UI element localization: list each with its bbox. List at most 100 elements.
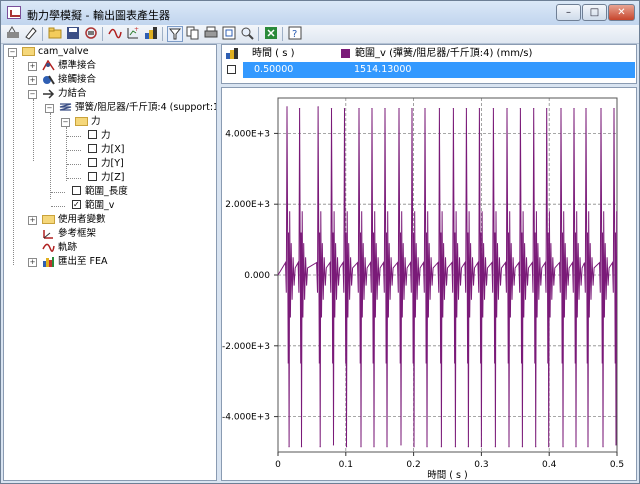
data-point [506,108,508,110]
tree-guide [67,136,81,137]
copy-icon[interactable] [185,26,201,42]
toolbar-separator [282,27,283,41]
tree-item-trace[interactable]: 軌跡 [28,241,77,255]
checkbox[interactable] [72,186,81,195]
checkbox[interactable] [88,158,97,167]
chart-pane[interactable]: 0 0.1 0.2 0.3 0.4 0.5 4.000E+3 2.000E+3 0.000 -2.… [221,87,637,481]
minimize-button[interactable]: – [556,4,581,21]
filter-icon[interactable] [167,26,183,42]
tree-item-label: 軌跡 [58,242,78,253]
legend-row-selected[interactable]: 0.50000 1514.13000 [243,62,635,78]
row-checkbox[interactable] [227,65,236,74]
result-tree: − cam_valve + 標準接合 + 接觸接合 − 力結合 − 彈簧/阻尼器… [3,44,217,481]
data-point [613,108,615,110]
series-line [277,106,618,447]
open-icon[interactable] [47,26,63,42]
checkbox-checked[interactable] [72,198,81,212]
close-button[interactable]: ✕ [608,4,635,21]
data-point [548,446,550,448]
data-point [373,446,375,448]
data-point [440,446,442,448]
zoom-icon[interactable] [239,26,255,42]
data-point [343,108,346,110]
checkbox[interactable] [88,130,97,139]
data-point [454,446,457,448]
tree-item-label: 範圍_長度 [85,186,128,197]
column-header-series[interactable]: 範圍_v (彈簧/阻尼器/千斤頂:4) (mm/s) [355,45,532,62]
app-icon [7,6,21,19]
tree-item-standard-joints[interactable]: + 標準接合 [28,59,96,73]
chart-color-icon[interactable] [225,47,239,60]
print-icon[interactable] [203,26,219,42]
data-point [386,446,388,448]
data-point [560,108,562,110]
maximize-button[interactable]: □ [582,4,607,21]
data-point [546,108,548,110]
tree-item-force-folder[interactable]: − 力 [61,115,101,129]
reference-frame-icon [43,230,53,239]
tree-guide [51,206,65,207]
tree-guide [67,178,81,179]
tree-item-force[interactable]: 力 [88,129,111,143]
legend-table: 時間 ( s ) 範圍_v (彈簧/阻尼器/千斤頂:4) (mm/s) 0.50… [221,44,637,84]
data-point [535,446,537,448]
checkbox[interactable] [88,172,97,181]
tree-item-label: 匯出至 FEA [58,256,108,267]
data-point [521,446,524,448]
data-point [330,108,333,110]
help-icon[interactable]: ? [287,26,303,42]
data-point [615,444,617,446]
app-window: 動力學模擬 - 輸出圖表產生器 – □ ✕ + ? − cam_valve + … [0,0,640,484]
title-bar[interactable]: 動力學模擬 - 輸出圖表產生器 – □ ✕ [1,1,639,25]
data-point [317,106,319,108]
tree-guide [51,192,65,193]
x-tick-label: 0.5 [610,460,624,470]
tree-item-root[interactable]: − cam_valve [8,45,89,59]
tree-item-label: 接觸接合 [58,74,97,85]
fea-export-icon [43,257,54,267]
tree-item-range-v[interactable]: 範圍_v [72,198,115,213]
chart-color-icon[interactable] [143,26,159,42]
curve-icon[interactable] [107,26,123,42]
tree-item-contact-joints[interactable]: + 接觸接合 [28,73,96,87]
tree-item-label: 範圍_v [85,200,115,211]
data-point [400,444,402,446]
print-setup-icon[interactable] [83,26,99,42]
data-point [332,444,335,446]
erase-icon[interactable] [23,26,39,42]
line-chart[interactable]: 0 0.1 0.2 0.3 0.4 0.5 4.000E+3 2.000E+3 0.000 -2.… [222,88,636,481]
new-graph-icon[interactable] [5,26,21,42]
window-title: 動力學模擬 - 輸出圖表產生器 [27,9,170,22]
tree-item-fea-export[interactable]: + 匯出至 FEA [28,255,108,269]
toolbar: + ? [1,25,639,44]
tree-item-force-x[interactable]: 力[X] [88,143,124,157]
tree-item-user-variables[interactable]: + 使用者變數 [28,213,106,227]
tree-item-force-z[interactable]: 力[Z] [88,171,124,185]
save-icon[interactable] [65,26,81,42]
tree-item-force-y[interactable]: 力[Y] [88,157,124,171]
tree-item-label: 力 [91,116,101,127]
zoom-data-icon[interactable]: + [125,26,141,42]
data-point [300,446,303,448]
tree-guide [50,113,51,199]
data-point [438,108,441,110]
tree-item-range-length[interactable]: 範圍_長度 [72,185,128,199]
tree-item-label: cam_valve [38,46,89,57]
export-excel-icon[interactable] [263,26,279,42]
force-icon [43,89,55,99]
data-point [508,446,510,448]
zoom-fit-icon[interactable] [221,26,237,42]
folder-icon [42,215,55,224]
contact-joint-icon [43,75,55,85]
checkbox[interactable] [88,144,97,153]
column-header-time[interactable]: 時間 ( s ) [252,45,295,62]
legend-row[interactable]: 0.50000 1514.13000 [222,62,636,78]
data-point [494,446,496,448]
tree-item-force-joints[interactable]: − 力結合 [28,87,87,101]
tree-item-spring[interactable]: − 彈簧/阻尼器/千斤頂:4 (support:1, valve... [45,101,216,115]
data-point [345,446,348,448]
tree-item-label: 參考框架 [58,228,97,239]
svg-text:+: + [134,26,139,33]
tree-item-label: 力[Y] [101,158,124,169]
tree-item-reference-frame[interactable]: 參考框架 [28,227,96,241]
